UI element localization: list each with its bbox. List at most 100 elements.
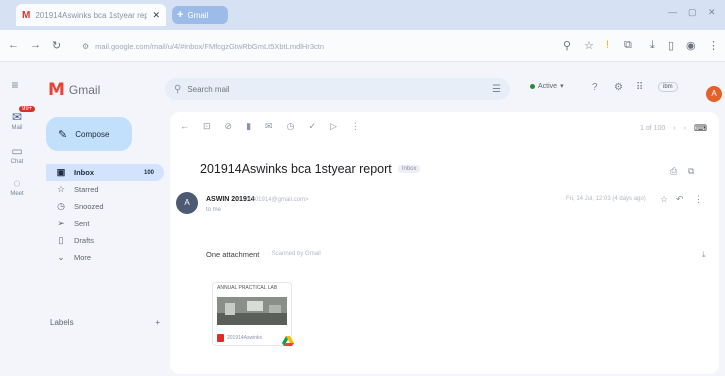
browser-menu-icon[interactable]: ⋮ [708, 39, 719, 52]
status-label: Active [538, 82, 558, 90]
delete-icon[interactable]: ▮ [246, 121, 251, 132]
message-subject: 201914Aswinks bca 1styear report [200, 162, 392, 176]
keyboard-icon[interactable]: ⌨ [694, 123, 707, 134]
extension-icon[interactable]: ! [606, 39, 609, 51]
search-input[interactable] [187, 84, 487, 94]
address-bar[interactable]: ⚙ mail.google.com/mail/u/4/#inbox/FMfcgz… [78, 36, 548, 56]
sidebar-item-label: Inbox [74, 168, 94, 177]
sidebar-item-label: Starred [74, 185, 99, 194]
pagination: 1 of 100 ‹ › ⌨ [640, 123, 707, 134]
reload-icon[interactable]: ↻ [52, 39, 61, 52]
sidebar-item-inbox[interactable]: ▣ Inbox 100 [46, 164, 164, 181]
site-info-icon[interactable]: ⚙ [82, 42, 89, 51]
maximize-icon[interactable]: ▢ [688, 7, 697, 18]
open-new-window-icon[interactable]: ⧉ [688, 166, 694, 177]
archive-icon[interactable]: ⊡ [203, 121, 211, 132]
add-to-tasks-icon[interactable]: ✓ [308, 121, 316, 132]
new-tab-icon: + [177, 9, 184, 21]
sidepanel-icon[interactable]: ▯ [668, 39, 674, 52]
attachment-footer: 201914Aswinks [217, 334, 262, 342]
sidebar-item-drafts[interactable]: ▯ Drafts [46, 232, 164, 249]
hamburger-menu-icon[interactable]: ≡ [2, 78, 28, 92]
rail-mail-label: Mail [11, 125, 23, 131]
sidebar-item-starred[interactable]: ☆ Starred [46, 181, 164, 198]
sidebar-item-sent[interactable]: ➢ Sent [46, 215, 164, 232]
prev-page-icon[interactable]: ‹ [673, 125, 675, 132]
back-icon[interactable]: ← [8, 39, 19, 51]
download-icon[interactable]: ⤓ [650, 39, 655, 52]
browser-tab[interactable]: M 201914Aswinks bca 1styear report ✕ [16, 4, 166, 26]
meet-icon: ◌ [13, 176, 21, 190]
unread-count: 100 [143, 169, 154, 176]
mail-icon: ✉ [11, 110, 23, 124]
sidebar-item-label: Drafts [74, 236, 95, 245]
forward-icon[interactable]: → [30, 39, 41, 51]
clock-icon: ◷ [57, 201, 65, 211]
sidebar-item-snoozed[interactable]: ◷ Snoozed [46, 198, 164, 215]
draft-icon: ▯ [58, 235, 64, 245]
rail-chat[interactable]: ▭ Chat [4, 144, 30, 165]
attachment-filename: 201914Aswinks [227, 335, 263, 341]
add-to-drive-icon[interactable]: ⤓ [702, 250, 706, 260]
gmail-logo[interactable]: M Gmail [48, 80, 100, 100]
next-page-icon[interactable]: › [684, 125, 686, 132]
search-icon[interactable]: ⚲ [174, 84, 181, 95]
avatar[interactable]: A [706, 86, 722, 102]
star-message-icon[interactable]: ☆ [660, 194, 668, 205]
more-options-icon[interactable]: ⋮ [351, 121, 360, 132]
pdf-icon [217, 334, 224, 342]
app-rail: ≡ ✉ 99+ Mail ▭ Chat ◌ Meet [0, 62, 36, 376]
message-pane: ← ⊡ ⊘ ▮ ✉ ◷ ✓ ▷ ⋮ 1 of 100 ‹ › ⌨ 201914A… [170, 112, 719, 374]
attachments-heading: One attachment [206, 250, 260, 259]
add-label-icon[interactable]: + [155, 318, 160, 327]
window-close-icon[interactable]: ✕ [708, 7, 716, 18]
chat-icon: ▭ [11, 144, 23, 158]
second-tab[interactable]: + Gmail [172, 6, 228, 24]
inbox-label-chip[interactable]: Inbox [397, 165, 421, 173]
attachment-thumbnail [217, 297, 287, 325]
mark-unread-icon[interactable]: ✉ [265, 121, 273, 132]
minimize-icon[interactable]: — [668, 7, 677, 17]
bookmark-star-icon[interactable]: ☆ [584, 39, 594, 52]
labels-heading: Labels [50, 318, 74, 327]
apps-grid-icon[interactable]: ⠿ [636, 82, 643, 93]
gmail-favicon-icon: M [22, 9, 31, 21]
attachment-caption: ANNUAL PRACTICAL LAB [217, 285, 278, 291]
snooze-icon[interactable]: ◷ [287, 121, 295, 132]
sidebar-item-more[interactable]: ⌄ More [46, 249, 164, 266]
gmail-m-icon: M [48, 80, 65, 100]
profile-icon[interactable]: ◉ [686, 39, 696, 52]
search-options-icon[interactable]: ☰ [492, 84, 501, 95]
sender-email: <201914@gmail.com> [248, 197, 309, 203]
help-icon[interactable]: ? [592, 82, 598, 93]
message-more-icon[interactable]: ⋮ [694, 194, 703, 205]
gmail-logo-text: Gmail [68, 83, 101, 97]
send-icon: ➢ [57, 218, 65, 228]
search-bar[interactable]: ⚲ ☰ [165, 78, 510, 100]
reply-icon[interactable]: ↶ [676, 194, 684, 205]
report-spam-icon[interactable]: ⊘ [225, 121, 233, 132]
tab-title: 201914Aswinks bca 1styear report [35, 10, 148, 20]
status-indicator[interactable]: Active ▾ [530, 82, 564, 90]
sidebar-item-label: Sent [74, 219, 90, 228]
recipient-line[interactable]: to me [206, 207, 221, 213]
attachment-card[interactable]: ANNUAL PRACTICAL LAB 201914Aswinks [212, 282, 292, 346]
tab-search-icon[interactable]: ⧉ [624, 39, 632, 52]
rail-meet[interactable]: ◌ Meet [4, 176, 30, 197]
status-dot-icon [530, 83, 535, 89]
compose-button[interactable]: ✎ Compose [46, 117, 132, 151]
google-drive-icon[interactable] [282, 336, 294, 346]
account-brand[interactable]: ibm [658, 82, 678, 92]
settings-gear-icon[interactable]: ⚙ [614, 82, 623, 93]
search-page-icon[interactable]: ⚲ [563, 39, 571, 52]
print-icon[interactable]: ⎙ [670, 166, 677, 177]
attachments-scan-note: · Scanned by Gmail [268, 251, 321, 257]
inbox-icon: ▣ [56, 167, 66, 177]
move-to-icon[interactable]: ▷ [330, 121, 337, 132]
second-tab-title: Gmail [187, 10, 209, 20]
sidebar-item-label: More [74, 253, 92, 262]
browser-tab-strip: M 201914Aswinks bca 1styear report ✕ + G… [0, 0, 725, 30]
rail-mail[interactable]: ✉ 99+ Mail [4, 106, 36, 131]
back-to-inbox-icon[interactable]: ← [180, 121, 189, 132]
tab-close-icon[interactable]: ✕ [152, 10, 160, 21]
